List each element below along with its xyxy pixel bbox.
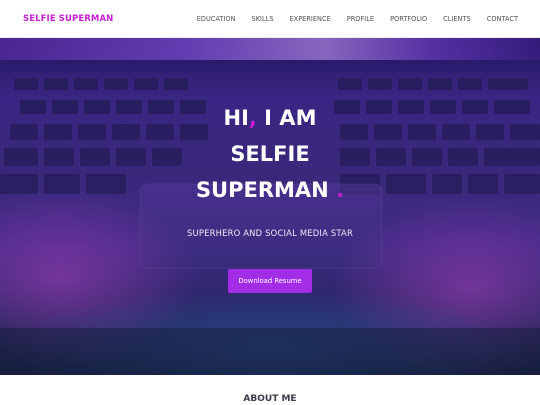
hero-section: HI, I AM SELFIE SUPERMAN . SUPERHERO AND…: [0, 38, 540, 375]
hero-accent-comma: ,: [248, 106, 257, 130]
hero-line-1: HI, I AM: [224, 106, 317, 130]
hero-line-2: SELFIE: [230, 142, 310, 166]
hero-heading: HI, I AM SELFIE SUPERMAN .: [196, 100, 344, 208]
nav-link-contact[interactable]: CONTACT: [487, 15, 518, 23]
hero-content: HI, I AM SELFIE SUPERMAN . SUPERHERO AND…: [0, 38, 540, 375]
about-heading: ABOUT ME: [243, 394, 297, 404]
hero-line-3: SUPERMAN .: [196, 178, 344, 202]
hero-name: SUPERMAN: [195, 178, 329, 202]
brand-logo[interactable]: SELFIE SUPERMAN: [23, 14, 113, 24]
nav-link-skills[interactable]: SKILLS: [252, 15, 274, 23]
nav-link-profile[interactable]: PROFILE: [347, 15, 374, 23]
download-resume-button[interactable]: Download Resume: [228, 269, 312, 293]
hero-subtitle: SUPERHERO AND SOCIAL MEDIA STAR: [186, 228, 353, 238]
navbar: SELFIE SUPERMAN EDUCATION SKILLS EXPERIE…: [0, 0, 540, 38]
nav-link-clients[interactable]: CLIENTS: [443, 15, 471, 23]
nav-link-education[interactable]: EDUCATION: [197, 15, 236, 23]
hero-i-am: I AM: [256, 106, 317, 130]
hero-accent-dot: .: [336, 178, 345, 202]
hero-greeting: HI: [223, 106, 249, 130]
nav-link-portfolio[interactable]: PORTFOLIO: [390, 15, 427, 23]
nav-menu: EDUCATION SKILLS EXPERIENCE PROFILE PORT…: [181, 15, 518, 23]
nav-link-experience[interactable]: EXPERIENCE: [290, 15, 331, 23]
